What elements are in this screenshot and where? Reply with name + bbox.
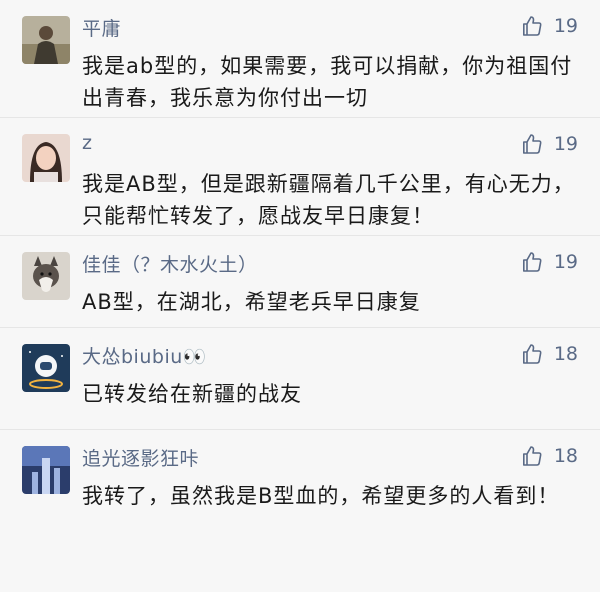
like-count: 19 — [553, 15, 578, 37]
thumbs-up-icon — [522, 16, 542, 36]
comment-item: 平庸 19 我是ab型的，如果需要，我可以捐献，你为祖国付出青春，我乐意为你付出… — [0, 0, 600, 118]
commenter-name[interactable]: z — [82, 132, 92, 154]
avatar-image-night-building — [22, 446, 70, 494]
comment-text: 我是AB型，但是跟新疆隔着几千公里，有心无力，只能帮忙转发了，愿战友早日康复！ — [82, 172, 575, 228]
comment-text: 我是ab型的，如果需要，我可以捐献，你为祖国付出青春，我乐意为你付出一切 — [82, 54, 573, 110]
avatar[interactable] — [22, 344, 70, 392]
like-button[interactable]: 19 — [520, 250, 578, 274]
like-button[interactable]: 18 — [520, 342, 578, 366]
avatar[interactable] — [22, 134, 70, 182]
thumbs-up-icon — [522, 252, 542, 272]
avatar-image-husky-dog — [22, 252, 70, 300]
commenter-name[interactable]: 大怂biubiu👀 — [82, 342, 207, 369]
like-count: 19 — [553, 133, 578, 155]
like-count: 19 — [553, 251, 578, 273]
thumbs-up-icon — [522, 446, 542, 466]
avatar[interactable] — [22, 16, 70, 64]
comment-text: 我转了，虽然我是B型血的，希望更多的人看到！ — [82, 484, 560, 508]
avatar[interactable] — [22, 252, 70, 300]
thumbs-up-icon — [522, 134, 542, 154]
avatar-image-person-outdoor — [22, 16, 70, 64]
like-count: 18 — [553, 445, 578, 467]
commenter-name[interactable]: 佳佳（？木水火土） — [82, 250, 258, 277]
commenter-name[interactable]: 平庸 — [82, 14, 121, 41]
commenter-name[interactable]: 追光逐影狂咔 — [82, 444, 199, 471]
comment-text: AB型，在湖北，希望老兵早日康复 — [82, 290, 421, 314]
avatar[interactable] — [22, 446, 70, 494]
comment-item: 大怂biubiu👀 18 已转发给在新疆的战友 — [0, 328, 600, 430]
like-button[interactable]: 19 — [520, 132, 578, 156]
comment-item: 佳佳（？木水火土） 19 AB型，在湖北，希望老兵早日康复 — [0, 236, 600, 328]
comment-item: z 19 我是AB型，但是跟新疆隔着几千公里，有心无力，只能帮忙转发了，愿战友早… — [0, 118, 600, 236]
comment-item: 追光逐影狂咔 18 我转了，虽然我是B型血的，希望更多的人看到！ — [0, 430, 600, 592]
like-count: 18 — [553, 343, 578, 365]
comment-list: 平庸 19 我是ab型的，如果需要，我可以捐献，你为祖国付出青春，我乐意为你付出… — [0, 0, 600, 592]
like-button[interactable]: 18 — [520, 444, 578, 468]
thumbs-up-icon — [522, 344, 542, 364]
avatar-image-astronaut — [22, 344, 70, 392]
avatar-image-girl-portrait — [22, 134, 70, 182]
like-button[interactable]: 19 — [520, 14, 578, 38]
comment-text: 已转发给在新疆的战友 — [82, 382, 302, 406]
